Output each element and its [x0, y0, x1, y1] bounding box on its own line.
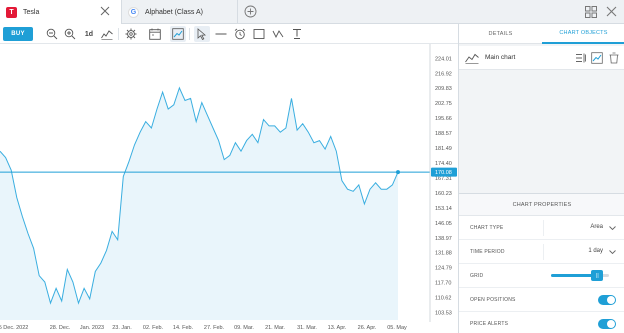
open-positions-row: OPEN POSITIONS — [459, 288, 624, 312]
google-logo-icon: G — [128, 6, 139, 18]
x-tick-label: Jan. 2023 — [80, 325, 104, 331]
tab-bar: T Tesla G Alphabet (Class A) — [0, 0, 624, 25]
x-tick-label: 27. Feb. — [204, 325, 225, 331]
y-tick-label: 167.31 — [435, 176, 452, 182]
horizontal-line-icon[interactable] — [213, 26, 229, 42]
y-tick-label: 209.83 — [435, 86, 452, 92]
chevron-down-icon[interactable] — [609, 225, 616, 231]
chart-canvas[interactable]: 224.01 216.92 209.83 202.75 195.66 188.57 181.… — [0, 44, 458, 333]
price-alerts-toggle[interactable] — [598, 319, 616, 329]
time-period-label: TIME PERIOD — [470, 249, 505, 255]
y-tick-label: 224.01 — [435, 56, 452, 62]
settings-icon[interactable] — [123, 26, 139, 42]
buy-button[interactable]: BUY — [3, 27, 33, 41]
x-tick-label: 02. Feb. — [143, 325, 164, 331]
y-tick-label: 216.92 — [435, 71, 452, 77]
y-tick-label: 181.49 — [435, 146, 452, 152]
open-positions-toggle[interactable] — [598, 295, 616, 305]
x-tick-label: 21. Mar. — [265, 325, 285, 331]
panel-tabs: DETAILS CHART OBJECTS — [459, 24, 624, 44]
price-chart[interactable]: 224.01 216.92 209.83 202.75 195.66 188.57 181.… — [0, 44, 458, 333]
time-period-value[interactable]: 1 day — [588, 248, 603, 254]
y-tick-label: 138.97 — [435, 236, 452, 242]
list-icon[interactable] — [575, 52, 587, 64]
x-tick-label: 14. Feb. — [173, 325, 194, 331]
add-tab-icon[interactable] — [244, 5, 257, 18]
y-tick-label: 117.70 — [435, 281, 451, 287]
x-tick-label: 09. Mar. — [234, 325, 254, 331]
open-positions-label: OPEN POSITIONS — [470, 297, 516, 303]
chart-settings-icon[interactable] — [591, 52, 603, 64]
close-tab-icon[interactable] — [99, 5, 111, 17]
main-chart-label: Main chart — [485, 54, 516, 61]
text-icon[interactable] — [289, 26, 305, 42]
y-tick-label: 103.53 — [435, 311, 452, 317]
zoom-in-icon[interactable] — [62, 26, 78, 42]
chevron-down-icon[interactable] — [609, 249, 616, 255]
chart-type-value[interactable]: Area — [590, 224, 603, 230]
close-window-icon[interactable] — [606, 6, 617, 17]
x-tick-label: 23. Jan. — [112, 325, 132, 331]
tab-alphabet[interactable]: G Alphabet (Class A) — [122, 0, 238, 24]
side-panel: DETAILS CHART OBJECTS Main chart CHART P… — [458, 24, 624, 333]
cursor-icon[interactable] — [194, 26, 210, 42]
y-tick-label: 195.66 — [435, 116, 452, 122]
price-alerts-label: PRICE ALERTS — [470, 321, 509, 327]
line-chart-icon — [465, 53, 479, 64]
y-tick-label: 110.62 — [435, 296, 451, 302]
tesla-logo-icon: T — [6, 7, 17, 18]
chart-toolbar: BUY 1d — [0, 24, 458, 44]
rectangle-icon[interactable] — [251, 26, 267, 42]
y-tick-label: 160.23 — [435, 191, 452, 197]
properties-title: CHART PROPERTIES — [459, 194, 624, 216]
chart-type-icon[interactable] — [99, 26, 115, 42]
y-tick-label: 146.05 — [435, 221, 452, 227]
y-tick-label: 202.75 — [435, 101, 452, 107]
grid-slider[interactable]: || — [551, 270, 609, 281]
zoom-out-icon[interactable] — [44, 26, 60, 42]
time-period-row[interactable]: TIME PERIOD 1 day — [459, 240, 624, 264]
grid-label: GRID — [470, 273, 484, 279]
price-alerts-row: PRICE ALERTS — [459, 312, 624, 333]
chart-properties: CHART PROPERTIES CHART TYPE Area TIME PE… — [459, 193, 624, 333]
tab-details[interactable]: DETAILS — [459, 24, 542, 44]
y-tick-label: 153.14 — [435, 206, 452, 212]
main-chart-object[interactable]: Main chart — [459, 46, 624, 70]
y-tick-label: 188.57 — [435, 131, 452, 137]
chart-type-label: CHART TYPE — [470, 225, 504, 231]
tab-chart-objects[interactable]: CHART OBJECTS — [542, 24, 624, 44]
alarm-icon[interactable] — [232, 26, 248, 42]
layout-grid-icon[interactable] — [585, 6, 597, 18]
price-area — [0, 87, 398, 321]
x-tick-label: 05. May — [387, 325, 407, 331]
y-tick-label: 131.88 — [435, 251, 452, 257]
chart-type-row[interactable]: CHART TYPE Area — [459, 216, 624, 240]
indicator-icon[interactable] — [170, 26, 186, 42]
x-tick-label: 13. Apr. — [328, 325, 347, 331]
grid-row: GRID || — [459, 264, 624, 288]
y-tick-label: 174.40 — [435, 161, 452, 167]
draw-icon[interactable] — [270, 26, 286, 42]
x-tick-label: 31. Mar. — [297, 325, 317, 331]
tab-tesla[interactable]: T Tesla — [0, 0, 122, 25]
period-label: 1d — [84, 30, 94, 38]
x-tick-label: 26. Apr. — [358, 325, 377, 331]
tab-label: Tesla — [23, 9, 40, 16]
current-price-label: 170.08 — [435, 170, 452, 176]
tab-label: Alphabet (Class A) — [145, 8, 203, 16]
delete-icon[interactable] — [608, 52, 620, 64]
y-tick-label: 124.79 — [435, 266, 452, 272]
period-selector[interactable]: 1d — [81, 26, 97, 42]
grid-slider-handle[interactable]: || — [591, 270, 604, 281]
x-tick-label: 05 Dec. 2022 — [0, 325, 28, 331]
calendar-icon[interactable] — [147, 26, 163, 42]
x-tick-label: 28. Dec. — [50, 325, 71, 331]
current-price-marker — [396, 170, 400, 175]
